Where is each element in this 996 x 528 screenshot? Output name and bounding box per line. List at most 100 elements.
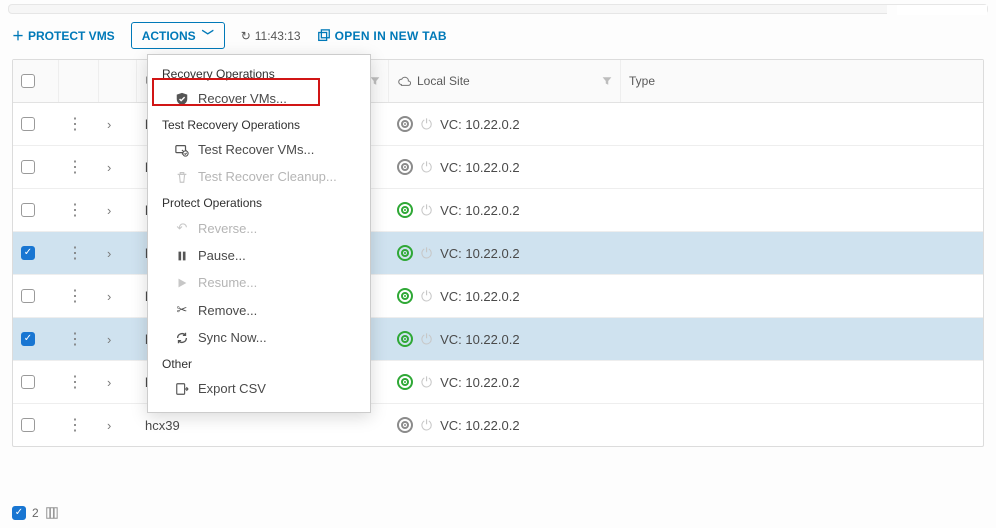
menu-item-label: Reverse... (198, 221, 257, 236)
filter-icon[interactable] (370, 76, 380, 86)
row-site-cell: ⏻VC: 10.22.0.2 (389, 404, 621, 446)
row-checkbox-cell (13, 103, 59, 145)
status-ring-icon (397, 159, 413, 175)
row-expand-cell: › (99, 146, 137, 188)
columns-toggle-icon[interactable] (45, 506, 59, 520)
chevron-right-icon[interactable]: › (107, 203, 111, 218)
site-label: VC: 10.22.0.2 (440, 160, 520, 175)
footer-selection: 2 (12, 506, 59, 520)
chevron-right-icon[interactable]: › (107, 117, 111, 132)
row-expand-cell: › (99, 318, 137, 360)
row-type-cell (621, 103, 996, 145)
kebab-menu-icon[interactable]: ⋮ (67, 329, 83, 349)
header-type[interactable]: Type (621, 60, 996, 102)
menu-item-pause[interactable]: Pause... (148, 242, 370, 269)
row-expand-cell: › (99, 404, 137, 446)
row-type-cell (621, 146, 996, 188)
kebab-menu-icon[interactable]: ⋮ (67, 243, 83, 263)
chevron-right-icon[interactable]: › (107, 246, 111, 261)
menu-item-reverse: ↶ Reverse... (148, 214, 370, 242)
row-checkbox-cell (13, 318, 59, 360)
protect-vms-button[interactable]: ＋ PROTECT VMS (12, 27, 115, 44)
export-icon (174, 382, 190, 396)
row-actions-cell: ⋮ (59, 318, 99, 360)
chevron-right-icon[interactable]: › (107, 160, 111, 175)
footer-selection-indicator[interactable] (12, 506, 26, 520)
menu-item-sync-now[interactable]: Sync Now... (148, 324, 370, 351)
row-expand-cell: › (99, 232, 137, 274)
refresh-timer[interactable]: ↻ 11:43:13 (241, 29, 301, 43)
kebab-menu-icon[interactable]: ⋮ (67, 372, 83, 392)
row-actions-cell: ⋮ (59, 275, 99, 317)
menu-item-label: Test Recover VMs... (198, 142, 314, 157)
menu-item-remove[interactable]: ✂ Remove... (148, 296, 370, 324)
row-checkbox[interactable] (21, 375, 35, 389)
row-actions-cell: ⋮ (59, 146, 99, 188)
status-ring-icon (397, 245, 413, 261)
row-checkbox[interactable] (21, 203, 35, 217)
power-icon: ⏻ (421, 331, 432, 348)
toolbar: ＋ PROTECT VMS ACTIONS ﹀ ↻ 11:43:13 OPEN … (0, 14, 996, 59)
menu-item-recover-vms[interactable]: Recover VMs... (148, 85, 370, 112)
row-checkbox[interactable] (21, 418, 35, 432)
status-ring-icon (397, 116, 413, 132)
row-checkbox-cell (13, 275, 59, 317)
kebab-menu-icon[interactable]: ⋮ (67, 200, 83, 220)
pause-icon (174, 249, 190, 263)
menu-item-export-csv[interactable]: Export CSV (148, 375, 370, 402)
header-expand-cell (99, 60, 137, 102)
row-actions-cell: ⋮ (59, 232, 99, 274)
row-checkbox[interactable] (21, 246, 35, 260)
status-ring-icon (397, 374, 413, 390)
kebab-menu-icon[interactable]: ⋮ (67, 157, 83, 177)
header-checkbox-cell (13, 60, 59, 102)
row-type-cell (621, 318, 996, 360)
row-expand-cell: › (99, 361, 137, 403)
site-label: VC: 10.22.0.2 (440, 117, 520, 132)
row-site-cell: ⏻VC: 10.22.0.2 (389, 232, 621, 274)
menu-item-label: Test Recover Cleanup... (198, 169, 337, 184)
power-icon: ⏻ (421, 116, 432, 133)
menu-item-label: Recover VMs... (198, 91, 287, 106)
chevron-right-icon[interactable]: › (107, 332, 111, 347)
chevron-down-icon: ﹀ (202, 27, 214, 44)
actions-button[interactable]: ACTIONS ﹀ (131, 22, 225, 49)
open-new-tab-label: OPEN IN NEW TAB (335, 29, 447, 43)
power-icon: ⏻ (421, 159, 432, 176)
row-checkbox[interactable] (21, 332, 35, 346)
chevron-right-icon[interactable]: › (107, 375, 111, 390)
chevron-right-icon[interactable]: › (107, 289, 111, 304)
kebab-menu-icon[interactable]: ⋮ (67, 286, 83, 306)
trash-icon (174, 170, 190, 184)
header-type-label: Type (629, 74, 655, 88)
open-in-new-tab-button[interactable]: OPEN IN NEW TAB (317, 29, 447, 43)
site-label: VC: 10.22.0.2 (440, 332, 520, 347)
row-type-cell (621, 189, 996, 231)
row-expand-cell: › (99, 189, 137, 231)
menu-item-test-recover-vms[interactable]: Test Recover VMs... (148, 136, 370, 163)
row-type-cell (621, 275, 996, 317)
row-actions-cell: ⋮ (59, 361, 99, 403)
kebab-menu-icon[interactable]: ⋮ (67, 114, 83, 134)
sync-icon (174, 331, 190, 345)
row-checkbox[interactable] (21, 289, 35, 303)
kebab-menu-icon[interactable]: ⋮ (67, 415, 83, 435)
site-label: VC: 10.22.0.2 (440, 203, 520, 218)
select-all-checkbox[interactable] (21, 74, 35, 88)
plus-icon: ＋ (12, 27, 24, 44)
filter-icon[interactable] (602, 76, 612, 86)
row-checkbox[interactable] (21, 117, 35, 131)
scissors-icon: ✂ (174, 302, 190, 318)
header-site[interactable]: Local Site (389, 60, 621, 102)
row-site-cell: ⏻ VC: 10.22.0.2 (389, 103, 621, 145)
vm-name: hcx39 (145, 418, 180, 433)
header-site-label: Local Site (417, 74, 470, 88)
chevron-right-icon[interactable]: › (107, 418, 111, 433)
row-type-cell (621, 404, 996, 446)
row-checkbox[interactable] (21, 160, 35, 174)
row-checkbox-cell (13, 404, 59, 446)
menu-item-label: Export CSV (198, 381, 266, 396)
power-icon: ⏻ (421, 202, 432, 219)
menu-item-label: Pause... (198, 248, 246, 263)
power-icon: ⏻ (421, 417, 432, 434)
